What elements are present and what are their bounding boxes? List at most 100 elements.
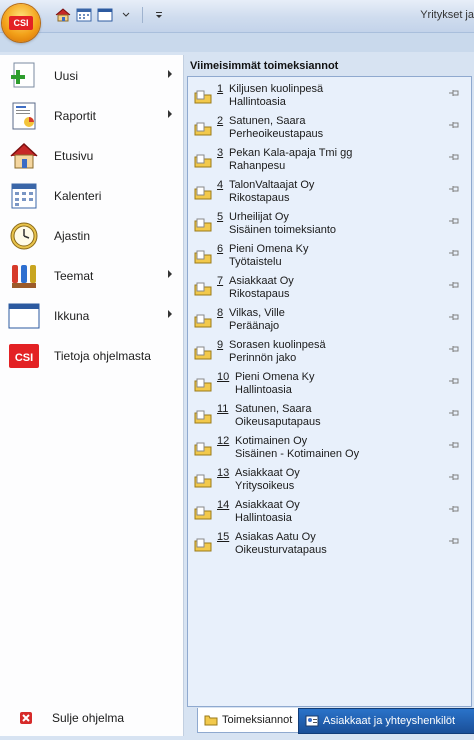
folder-icon	[194, 410, 212, 424]
menu-item-tietoja[interactable]: CSI Tietoja ohjelmasta	[8, 337, 178, 375]
list-item[interactable]: 13 Asiakkaat Oy Yritysoikeus	[192, 466, 466, 496]
item-number: 12	[217, 435, 230, 447]
menu-item-label: Teemat	[54, 269, 94, 283]
pin-icon[interactable]	[448, 312, 460, 322]
pin-icon[interactable]	[448, 504, 460, 514]
recent-title: Viimeisimmät toimeksiannot	[190, 60, 339, 72]
report-icon	[8, 100, 40, 132]
pin-icon[interactable]	[448, 248, 460, 258]
menu-item-ajastin[interactable]: Ajastin	[8, 217, 178, 255]
item-number: 2	[217, 115, 224, 127]
window-title: Yritykset ja	[420, 9, 474, 21]
list-item[interactable]: 9 Sorasen kuolinpesä Perinnön jako	[192, 338, 466, 368]
csi-logo-icon: CSI	[8, 340, 40, 372]
window-icon[interactable]	[96, 7, 114, 23]
item-name: Pieni Omena Ky	[235, 371, 315, 383]
item-number: 14	[217, 499, 230, 511]
list-item[interactable]: 5 Urheilijat Oy Sisäinen toimeksianto	[192, 210, 466, 240]
menu-item-label: Raportit	[54, 109, 97, 123]
item-type: Sisäinen - Kotimainen Oy	[235, 448, 360, 460]
svg-text:CSI: CSI	[15, 352, 33, 364]
item-type: Yritysoikeus	[235, 480, 295, 492]
menu-item-uusi[interactable]: Uusi	[8, 57, 178, 95]
home-icon[interactable]	[54, 7, 72, 23]
list-item[interactable]: 10 Pieni Omena Ky Hallintoasia	[192, 370, 466, 400]
pin-icon[interactable]	[448, 376, 460, 386]
pin-icon[interactable]	[448, 440, 460, 450]
list-item[interactable]: 7 Asiakkaat Oy Rikostapaus	[192, 274, 466, 304]
item-type: Rikostapaus	[229, 288, 290, 300]
contact-card-icon	[305, 715, 319, 727]
list-item[interactable]: 12 Kotimainen Oy Sisäinen - Kotimainen O…	[192, 434, 466, 464]
item-number: 10	[217, 371, 230, 383]
item-type: Oikeusturvatapaus	[235, 544, 327, 556]
folder-icon	[194, 538, 212, 552]
item-name: Pekan Kala-apaja Tmi gg	[229, 147, 353, 159]
pin-icon[interactable]	[448, 408, 460, 418]
pin-icon[interactable]	[448, 472, 460, 482]
item-name: Sorasen kuolinpesä	[229, 339, 326, 351]
calendar-icon[interactable]	[75, 7, 93, 23]
pin-icon[interactable]	[448, 120, 460, 130]
toolbar-separator	[142, 7, 143, 23]
tab-toimeksiannot[interactable]: Toimeksiannot	[197, 708, 300, 733]
list-item[interactable]: 11 Satunen, Saara Oikeusaputapaus	[192, 402, 466, 432]
pin-icon[interactable]	[448, 88, 460, 98]
item-name: TalonValtaajat Oy	[229, 179, 315, 191]
folder-icon	[194, 506, 212, 520]
exit-button[interactable]: Sulje ohjelma	[20, 711, 124, 725]
item-number: 4	[217, 179, 224, 191]
menu-item-label: Ajastin	[54, 229, 91, 243]
pin-icon[interactable]	[448, 280, 460, 290]
app-menu-button[interactable]: CSI	[2, 4, 40, 42]
item-number: 11	[217, 403, 229, 415]
item-name: Urheilijat Oy	[229, 211, 289, 223]
list-item[interactable]: 14 Asiakkaat Oy Hallintoasia	[192, 498, 466, 528]
recent-list: 1 Kiljusen kuolinpesä Hallintoasia 2 Sat…	[187, 76, 472, 707]
list-item[interactable]: 6 Pieni Omena Ky Työtaistelu	[192, 242, 466, 272]
dropdown-icon[interactable]	[117, 7, 135, 23]
menu-item-label: Kalenteri	[54, 189, 102, 203]
list-item[interactable]: 8 Vilkas, Ville Peräänajo	[192, 306, 466, 336]
submenu-arrow-icon	[168, 110, 172, 118]
tab-label: Asiakkaat ja yhteyshenkilöt	[323, 715, 456, 727]
folder-icon	[194, 250, 212, 264]
item-number: 9	[217, 339, 224, 351]
folder-icon	[194, 186, 212, 200]
menu-item-etusivu[interactable]: Etusivu	[8, 137, 178, 175]
pin-icon[interactable]	[448, 152, 460, 162]
folder-icon	[194, 442, 212, 456]
menu-item-teemat[interactable]: Teemat	[8, 257, 178, 295]
clock-icon	[8, 220, 40, 252]
list-item[interactable]: 1 Kiljusen kuolinpesä Hallintoasia	[192, 82, 466, 112]
menu-commands: Uusi Raportit Etusivu Kalenteri Ajastin …	[0, 55, 184, 736]
tab-asiakkaat[interactable]: Asiakkaat ja yhteyshenkilöt	[298, 708, 474, 734]
pin-icon[interactable]	[448, 216, 460, 226]
pin-icon[interactable]	[448, 536, 460, 546]
folder-icon	[204, 715, 218, 726]
list-item[interactable]: 15 Asiakas Aatu Oy Oikeusturvatapaus	[192, 530, 466, 560]
item-name: Satunen, Saara	[235, 403, 312, 415]
menu-item-label: Tietoja ohjelmasta	[54, 349, 151, 363]
list-item[interactable]: 2 Satunen, Saara Perheoikeustapaus	[192, 114, 466, 144]
item-number: 3	[217, 147, 224, 159]
folder-icon	[194, 122, 212, 136]
application-menu: Uusi Raportit Etusivu Kalenteri Ajastin …	[0, 52, 474, 740]
list-item[interactable]: 4 TalonValtaajat Oy Rikostapaus	[192, 178, 466, 208]
item-number: 13	[217, 467, 230, 479]
pin-icon[interactable]	[448, 184, 460, 194]
list-item[interactable]: 3 Pekan Kala-apaja Tmi gg Rahanpesu	[192, 146, 466, 176]
menu-item-kalenteri[interactable]: Kalenteri	[8, 177, 178, 215]
pin-icon[interactable]	[448, 344, 460, 354]
menu-item-raportit[interactable]: Raportit	[8, 97, 178, 135]
menu-item-ikkuna[interactable]: Ikkuna	[8, 297, 178, 335]
folder-icon	[194, 282, 212, 296]
item-type: Sisäinen toimeksianto	[229, 224, 337, 236]
menu-item-label: Ikkuna	[54, 309, 90, 323]
customize-icon[interactable]	[150, 7, 168, 23]
submenu-arrow-icon	[168, 310, 172, 318]
item-type: Hallintoasia	[229, 96, 286, 108]
item-number: 15	[217, 531, 230, 543]
submenu-arrow-icon	[168, 70, 172, 78]
paint-icon	[8, 260, 40, 292]
